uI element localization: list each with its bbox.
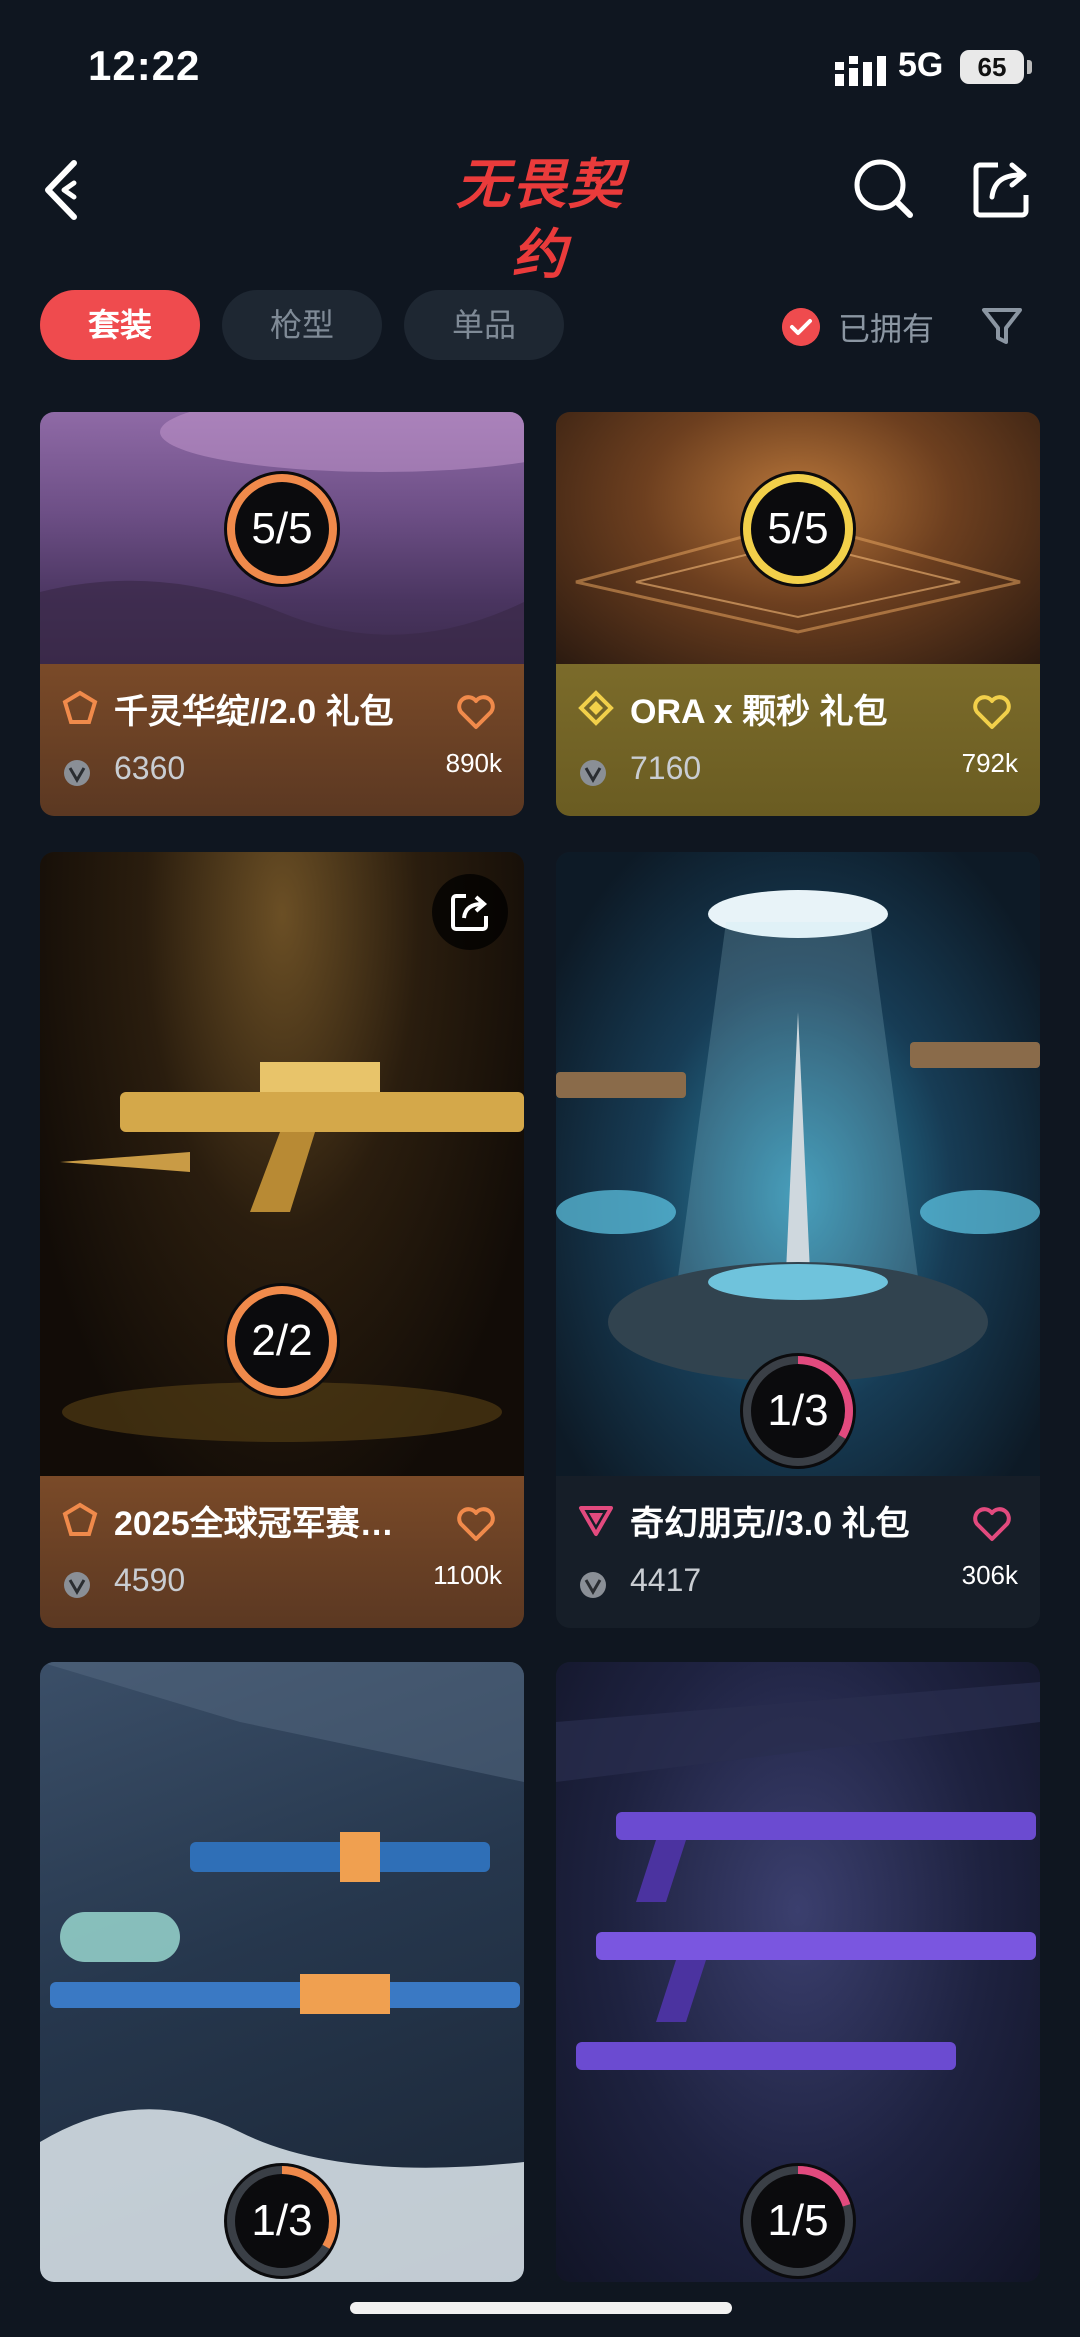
filter-icon[interactable] — [980, 304, 1024, 348]
top-header: 无畏契约 — [0, 130, 1080, 285]
bundle-card[interactable]: 1/5 — [556, 1662, 1040, 2282]
home-indicator — [350, 2302, 732, 2314]
bundle-title: ORA x 颗秒 礼包 — [630, 693, 888, 731]
bundle-title: 奇幻朋克//3.0 礼包 — [630, 1505, 910, 1543]
card-info: 奇幻朋克//3.0 礼包 4417 306k — [556, 1476, 1040, 1628]
like-count: 890k — [445, 748, 502, 778]
card-info: 千灵华绽//2.0 礼包 6360 890k — [40, 664, 524, 816]
progress-ring: 5/5 — [735, 466, 861, 592]
card-info: ORA x 颗秒 礼包 7160 792k — [556, 664, 1040, 816]
back-icon[interactable] — [40, 155, 100, 225]
progress-text: 5/5 — [767, 504, 829, 553]
bundle-card[interactable]: 1/3 — [40, 1662, 524, 2282]
like-count: 1100k — [433, 1560, 502, 1590]
tier-orange-icon — [62, 1502, 98, 1536]
tier-pink-icon — [579, 1506, 613, 1536]
like-count: 792k — [961, 748, 1018, 778]
like-count: 306k — [961, 1560, 1018, 1590]
tier-orange-icon — [62, 690, 98, 724]
vp-currency-icon — [64, 760, 90, 786]
share-icon — [451, 894, 488, 931]
tab-single-item[interactable]: 单品 — [404, 290, 564, 360]
heart-icon[interactable] — [456, 1506, 496, 1542]
app-logo: 无畏契约 — [456, 155, 624, 285]
bundle-card[interactable]: 1/3 奇幻朋克//3.0 礼包 4417 306k — [556, 852, 1040, 1628]
tab-gun-type[interactable]: 枪型 — [222, 290, 382, 360]
progress-ring: 1/5 — [735, 2158, 861, 2282]
network-type: 5G — [898, 46, 944, 84]
share-icon[interactable] — [968, 155, 1034, 221]
tier-gold-icon — [578, 690, 614, 726]
signal-icon — [835, 56, 886, 86]
progress-text: 5/5 — [251, 504, 313, 553]
search-icon[interactable] — [850, 155, 916, 221]
progress-text: 2/2 — [251, 1316, 313, 1365]
progress-ring: 5/5 — [219, 466, 345, 592]
tab-bundle[interactable]: 套装 — [40, 290, 200, 360]
vp-currency-icon — [580, 1572, 606, 1598]
progress-text: 1/3 — [251, 2196, 313, 2245]
card-info: 2025全球冠军赛… 4590 1100k — [40, 1476, 524, 1628]
status-time: 12:22 — [88, 42, 201, 89]
status-bar: 12:22 5G 65 — [0, 0, 1080, 130]
owned-filter-label[interactable]: 已拥有 — [838, 304, 934, 350]
checkbox-checked-icon[interactable] — [782, 308, 820, 346]
bundle-price: 4590 — [114, 1562, 186, 1598]
bundle-card[interactable]: 5/5 千灵华绽//2.0 礼包 6360 890k — [40, 412, 524, 816]
bundle-card[interactable]: 5/5 ORA x 颗秒 礼包 7160 792k — [556, 412, 1040, 816]
heart-icon[interactable] — [972, 694, 1012, 730]
card-share-button[interactable] — [432, 874, 508, 950]
heart-icon[interactable] — [456, 694, 496, 730]
battery-icon: 65 — [960, 50, 1024, 84]
battery-tip — [1027, 60, 1032, 74]
vp-currency-icon — [64, 1572, 90, 1598]
progress-text: 1/3 — [767, 1386, 829, 1435]
bundle-price: 7160 — [630, 750, 702, 786]
bundle-price: 4417 — [630, 1562, 702, 1598]
progress-text: 1/5 — [767, 2196, 829, 2245]
vp-currency-icon — [580, 760, 606, 786]
bundle-price: 6360 — [114, 750, 186, 786]
bundle-title: 千灵华绽//2.0 礼包 — [114, 693, 394, 731]
heart-icon[interactable] — [972, 1506, 1012, 1542]
progress-ring: 1/3 — [735, 1348, 861, 1474]
bundle-card[interactable]: 2/2 2025全球冠军赛… 4590 1100k — [40, 852, 524, 1628]
progress-ring: 2/2 — [219, 1278, 345, 1404]
filter-bar: 套装 枪型 单品 已拥有 — [0, 290, 1080, 366]
bundle-title: 2025全球冠军赛… — [114, 1505, 394, 1543]
progress-ring: 1/3 — [219, 2158, 345, 2282]
